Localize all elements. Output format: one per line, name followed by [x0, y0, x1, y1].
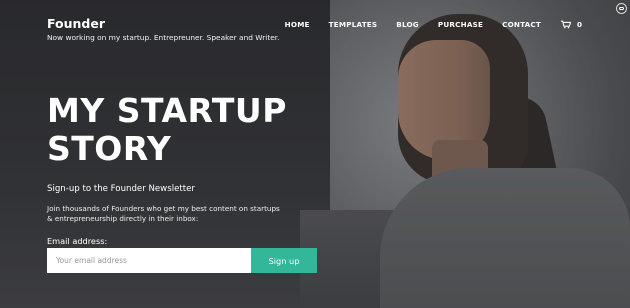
link-icon[interactable] — [616, 3, 627, 14]
page-title: MY STARTUP STORY — [47, 92, 307, 168]
cart-button[interactable]: 0 — [560, 20, 582, 29]
nav-item-purchase[interactable]: PURCHASE — [438, 20, 483, 29]
nav-item-home[interactable]: HOME — [285, 20, 310, 29]
top-navigation-bar: Founder Now working on my startup. Entre… — [0, 0, 630, 50]
email-label: Email address: — [47, 236, 108, 246]
brand-tagline: Now working on my startup. Entrepreuner.… — [47, 33, 280, 42]
page-title-line-1: MY STARTUP — [47, 91, 287, 130]
email-input[interactable]: Your email address — [47, 248, 251, 273]
signup-button[interactable]: Sign up — [251, 248, 317, 273]
newsletter-title: Sign-up to the Founder Newsletter — [47, 184, 195, 194]
page-title-line-2: STORY — [47, 129, 172, 168]
nav-item-contact[interactable]: CONTACT — [502, 20, 541, 29]
shopping-cart-icon — [560, 20, 571, 29]
nav-item-blog[interactable]: BLOG — [396, 20, 419, 29]
cart-count: 0 — [576, 20, 582, 29]
hero-section: Founder Now working on my startup. Entre… — [0, 0, 630, 308]
nav-item-templates[interactable]: TEMPLATES — [329, 20, 378, 29]
newsletter-description: Join thousands of Founders who get my be… — [47, 204, 280, 223]
brand-logo[interactable]: Founder — [47, 16, 105, 31]
main-nav: HOME TEMPLATES BLOG PURCHASE CONTACT 0 — [266, 20, 582, 29]
